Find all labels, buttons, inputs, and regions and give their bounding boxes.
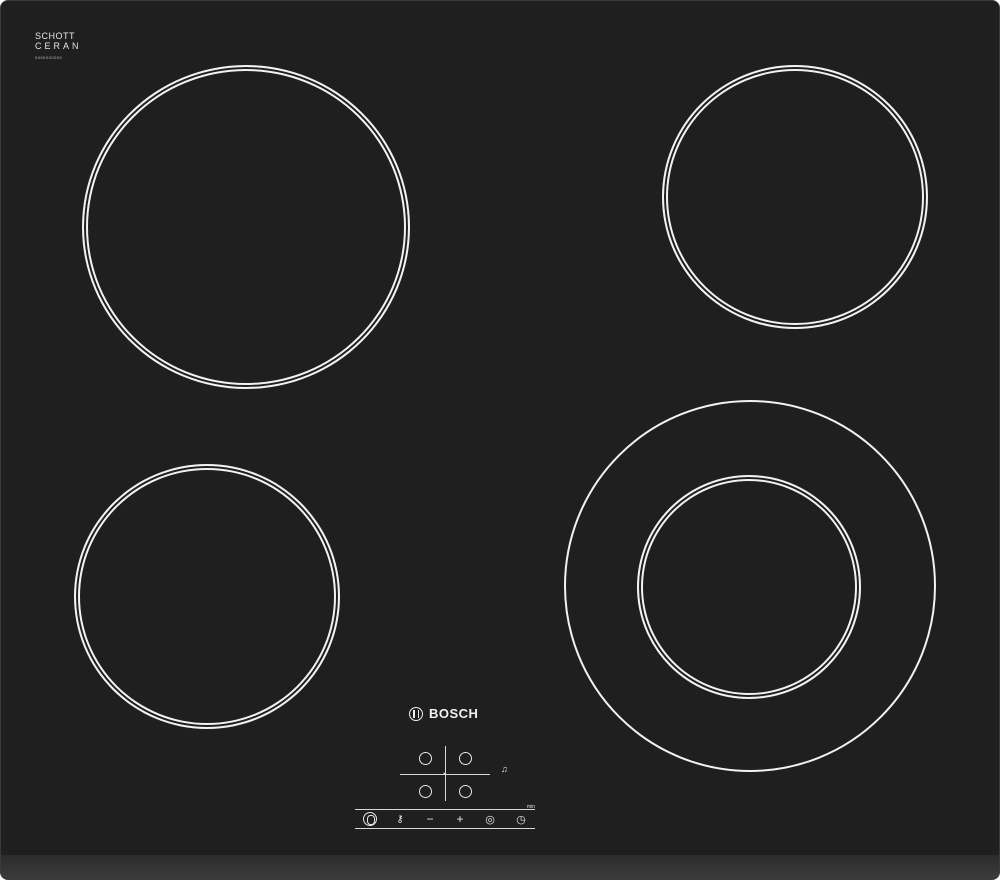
childlock-button[interactable]: ⚷ bbox=[389, 811, 411, 827]
timer-button[interactable]: ◷ bbox=[510, 811, 532, 827]
zone-select-front-right-button[interactable] bbox=[459, 785, 472, 798]
power-button[interactable] bbox=[359, 811, 381, 827]
power-icon bbox=[363, 812, 377, 826]
cooktop-front-edge bbox=[1, 855, 999, 879]
zone-indicator-icon: ◔ bbox=[441, 769, 447, 779]
key-icon: ⚷ bbox=[396, 813, 404, 825]
plus-button[interactable]: + bbox=[449, 811, 471, 827]
dual-zone-button[interactable]: ◎ bbox=[479, 811, 501, 827]
zone-select-rear-left-button[interactable] bbox=[419, 752, 432, 765]
minus-label: − bbox=[426, 812, 434, 826]
dual-ring-icon: ◎ bbox=[485, 813, 495, 826]
ceramic-cooktop: SCHOTT CERAN 0000000000 BOSCH ◔ ♫ min ⚷ bbox=[0, 0, 1000, 880]
timer-min-label: min bbox=[527, 804, 536, 810]
clock-icon: ◷ bbox=[516, 813, 526, 826]
bell-icon[interactable]: ♫ bbox=[501, 765, 508, 774]
touch-bar-bottom-line bbox=[355, 828, 535, 829]
plus-label: + bbox=[456, 812, 464, 826]
zone-select-rear-right-button[interactable] bbox=[459, 752, 472, 765]
minus-button[interactable]: − bbox=[419, 811, 441, 827]
zone-select-front-left-button[interactable] bbox=[419, 785, 432, 798]
touch-control-panel: ◔ ♫ min ⚷ − + ◎ ◷ bbox=[1, 1, 999, 879]
touch-bar-top-line bbox=[355, 809, 535, 810]
